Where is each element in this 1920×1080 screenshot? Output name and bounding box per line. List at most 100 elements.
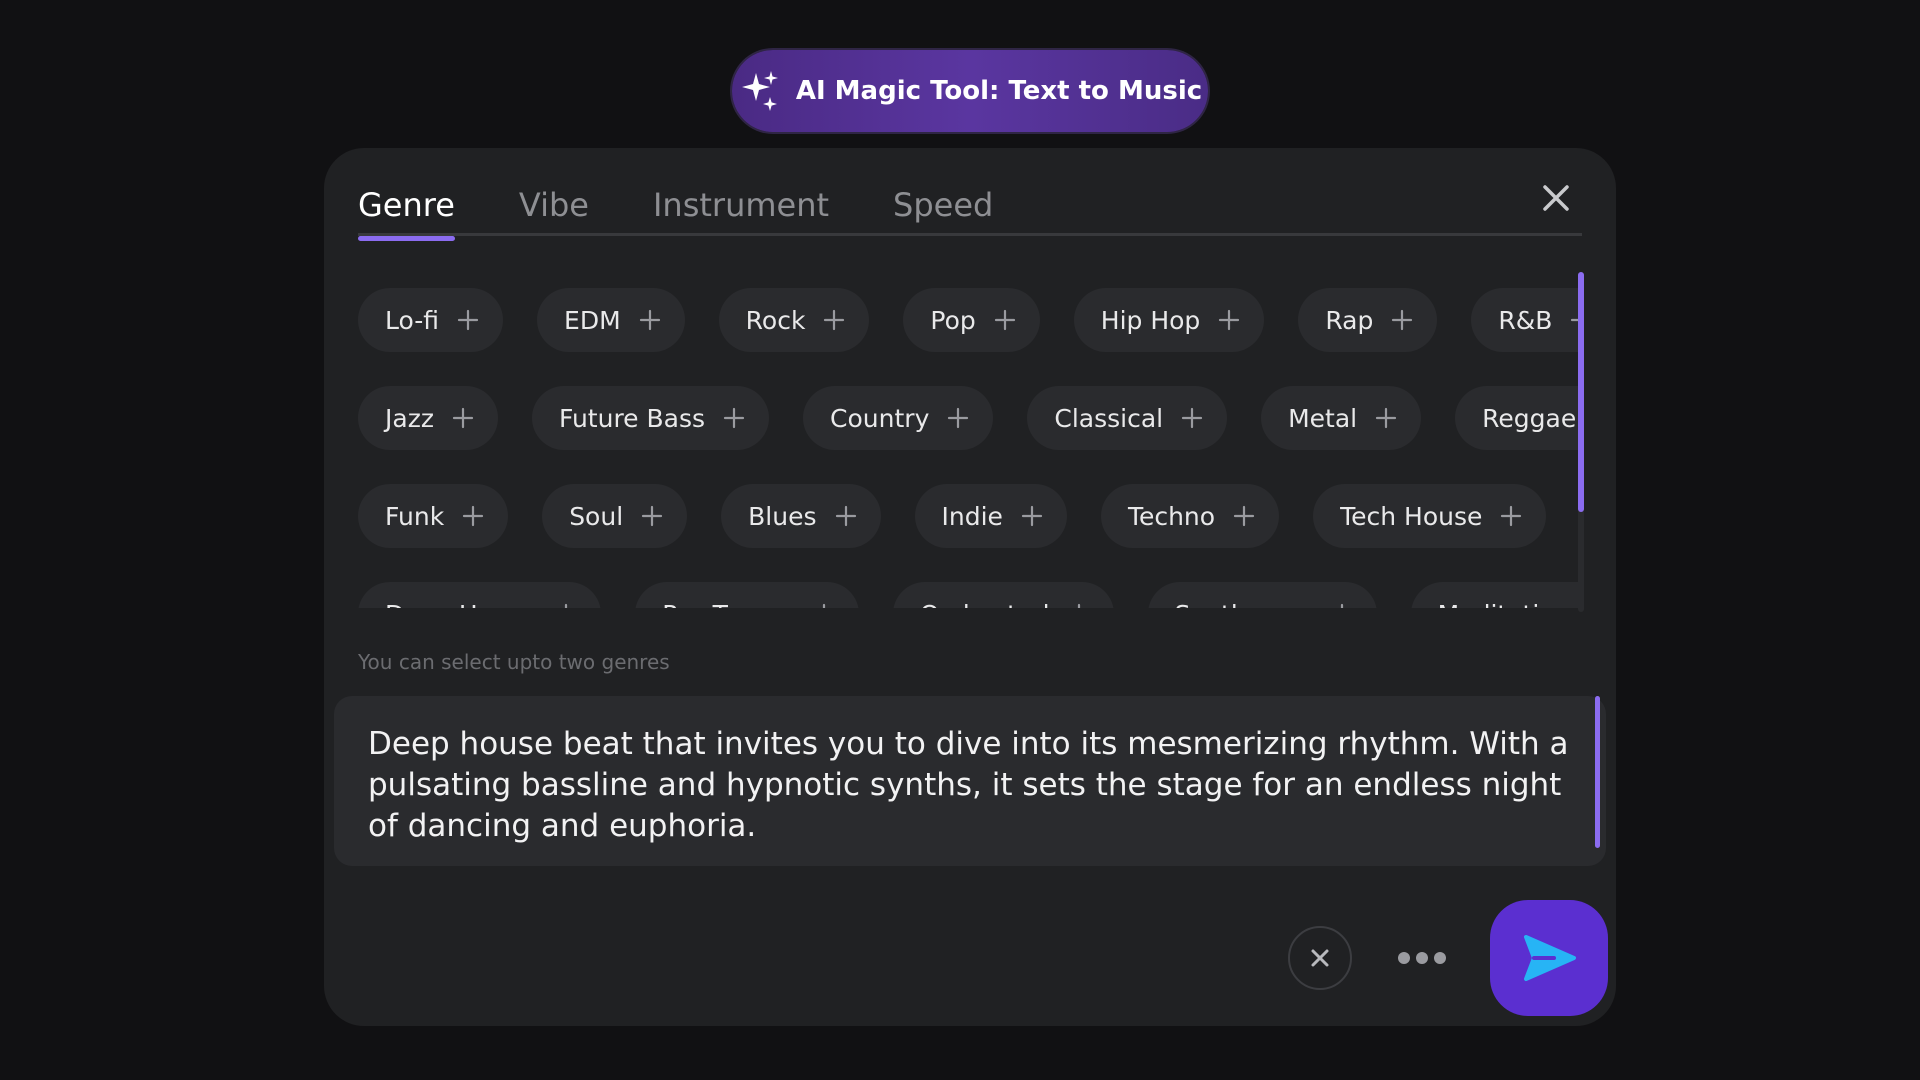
plus-icon [1376,407,1397,429]
sparkles-icon [741,71,778,111]
title-pill: AI Magic Tool: Text to Music [732,50,1208,132]
genre-chip-label: Synthwave [1175,600,1313,609]
plus-icon [835,505,856,527]
genre-chip-label: Lo-fi [385,305,440,335]
dot-icon [1434,952,1446,964]
scrollbar[interactable] [1578,272,1584,612]
send-button[interactable] [1490,900,1608,1016]
genre-chip-country[interactable]: Country [803,386,994,450]
genre-chip-edm[interactable]: EDM [537,288,685,352]
genre-chip-future-bass[interactable]: Future Bass [531,386,770,450]
plus-icon [1021,505,1043,527]
genre-chip-label: Pop [930,305,976,335]
tab-vibe[interactable]: Vibe [519,186,589,236]
genre-chip-label: Blues [748,501,817,531]
genre-chip-list: Lo-fi EDM Rock Pop Hip Hop Rap R&B Jazz Future B… [358,288,1578,608]
plus-icon [639,309,660,331]
clear-button[interactable] [1288,926,1352,990]
genre-chip-label: EDM [564,305,621,335]
plus-icon [642,505,663,527]
genre-chip-label: Jazz [385,403,434,433]
plus-icon [1219,309,1240,331]
genre-chip-deep-house[interactable]: Deep House [358,582,602,609]
plus-icon [452,407,474,429]
genre-chip-synthwave[interactable]: Synthwave [1147,582,1377,609]
send-arrow-icon [1524,935,1576,981]
genre-chip-label: Classical [1054,403,1164,433]
genre-chip-label: Tech House [1340,501,1483,531]
genre-chip-jazz[interactable]: Jazz [358,386,498,450]
genre-chip-funk[interactable]: Funk [358,484,509,548]
genre-chip-r-b[interactable]: R&B [1471,288,1578,352]
page-title: AI Magic Tool: Text to Music [795,76,1203,106]
stage: AI Magic Tool: Text to Music Genre Vibe … [0,0,1920,1080]
plus-icon [565,603,568,608]
genre-chip-label: Orchestral [920,600,1050,609]
genre-chip-orchestral[interactable]: Orchestral [892,582,1114,609]
plus-icon [1077,603,1080,608]
genre-chip-label: Meditation [1438,600,1571,609]
tab-genre[interactable]: Genre [358,186,455,241]
genre-chip-label: Soul [569,501,624,531]
plus-icon [822,603,825,608]
genre-chip-label: R&B [1498,305,1553,335]
genre-chip-rock[interactable]: Rock [718,288,870,352]
plus-icon [1392,309,1413,331]
plus-icon [994,309,1015,331]
close-button[interactable] [1536,178,1576,218]
genre-chip-label: Funk [385,501,445,531]
genre-chip-label: Psy Trance [662,600,795,609]
genre-chip-row: Deep House Psy Trance Orchestral Synthwave M… [358,582,1578,608]
genre-chip-label: Rock [745,305,806,335]
genre-chip-metal[interactable]: Metal [1261,386,1422,450]
plus-icon [948,407,969,429]
tab-speed[interactable]: Speed [893,186,993,236]
tab-bar: Genre Vibe Instrument Speed [358,186,1582,241]
genre-chip-label: Deep House [385,600,537,609]
genre-chip-row: Jazz Future Bass Country Classical Metal Regg… [358,386,1578,450]
genre-chip-meditation[interactable]: Meditation [1410,582,1578,609]
plus-icon [1182,407,1203,429]
genre-chip-label: Indie [941,501,1003,531]
plus-icon [457,309,479,331]
genre-chip-row: Funk Soul Blues Indie Techno Tech House [358,484,1578,548]
genre-chip-reggae[interactable]: Reggae [1455,386,1578,450]
genre-chip-soul[interactable]: Soul [542,484,688,548]
dot-icon [1416,952,1428,964]
genre-chip-indie[interactable]: Indie [914,484,1067,548]
genre-chip-pop[interactable]: Pop [903,288,1040,352]
plus-icon [1340,603,1343,608]
genre-chip-techno[interactable]: Techno [1100,484,1280,548]
genre-chip-blues[interactable]: Blues [721,484,881,548]
genre-chip-tech-house[interactable]: Tech House [1313,484,1547,548]
plus-icon [1571,318,1578,322]
close-icon [1311,949,1329,967]
genre-chip-label: Hip Hop [1100,305,1201,335]
scrollbar-thumb[interactable] [1578,272,1584,512]
genre-chip-label: Reggae [1482,403,1577,433]
genre-chip-label: Rap [1325,305,1374,335]
close-icon [1543,185,1569,211]
genre-panel: Genre Vibe Instrument Speed Lo-fi EDM Rock… [324,148,1616,1026]
genre-chip-lo-fi[interactable]: Lo-fi [358,288,504,352]
genre-chip-label: Metal [1288,403,1358,433]
genre-chip-label: Country [830,403,930,433]
plus-icon [824,309,845,331]
genre-chip-row: Lo-fi EDM Rock Pop Hip Hop Rap R&B [358,288,1578,352]
genre-chip-psy-trance[interactable]: Psy Trance [635,582,859,608]
plus-icon [463,505,484,527]
more-options-button[interactable] [1392,938,1452,978]
plus-icon [1233,505,1255,527]
genre-chip-label: Future Bass [558,403,706,433]
genre-chip-classical[interactable]: Classical [1027,386,1228,450]
genre-chip-hip-hop[interactable]: Hip Hop [1073,288,1265,352]
genre-chip-label: Techno [1127,501,1216,531]
tab-instrument[interactable]: Instrument [653,186,829,236]
prompt-textarea[interactable]: Deep house beat that invites you to dive… [334,696,1606,866]
plus-icon [1501,505,1522,527]
genre-chip-rap[interactable]: Rap [1298,288,1438,352]
plus-icon [723,407,745,429]
selection-hint: You can select upto two genres [358,650,670,674]
prompt-scrollbar[interactable] [1595,696,1600,848]
dot-icon [1398,952,1410,964]
